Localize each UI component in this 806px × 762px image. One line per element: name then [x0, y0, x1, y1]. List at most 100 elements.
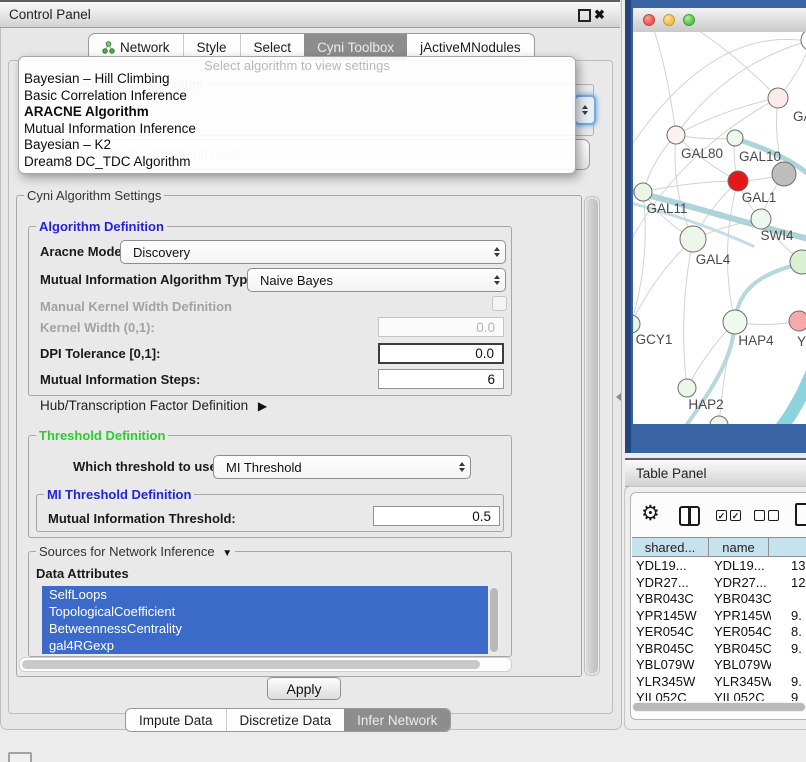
- manual-kernel-label: Manual Kernel Width Definition: [40, 299, 232, 314]
- attributes-list-scrollbar[interactable]: [489, 587, 499, 653]
- attribute-item-topologicalcoefficient[interactable]: TopologicalCoefficient: [42, 603, 488, 620]
- column-header-name[interactable]: name: [708, 537, 769, 557]
- algorithm-option-mutual-information-inference[interactable]: Mutual Information Inference: [19, 121, 575, 138]
- export-table-icon[interactable]: [795, 503, 806, 526]
- aracne-mode-combo[interactable]: Discovery: [120, 240, 506, 264]
- table-horizontal-scrollbar[interactable]: [632, 702, 806, 712]
- table-cell: YPR145W: [632, 608, 710, 625]
- column-header-2[interactable]: [768, 537, 806, 557]
- screen: Control Panel ✖ NetworkStyleSelectCyni T…: [0, 0, 806, 762]
- bottom-tab-impute-data[interactable]: Impute Data: [126, 709, 227, 731]
- dpi-tolerance-input[interactable]: 0.0: [378, 343, 504, 364]
- column-header-shared[interactable]: shared...: [632, 537, 709, 557]
- table-row[interactable]: YDL19...YDL19...13: [632, 558, 806, 575]
- close-traffic-light-icon[interactable]: [643, 14, 655, 26]
- table-body: YDL19...YDL19...13YDR27...YDR27...12YBR0…: [632, 558, 806, 701]
- tab-label: Network: [120, 40, 170, 55]
- apply-button[interactable]: Apply: [267, 677, 341, 700]
- network-node[interactable]: [801, 32, 806, 51]
- combo-stepper-icon: [454, 462, 470, 472]
- table-cell: 9: [771, 690, 806, 701]
- mi-type-combo[interactable]: Naive Bayes: [247, 268, 506, 292]
- network-node[interactable]: [710, 416, 728, 424]
- table-cell: YER054C: [632, 624, 710, 641]
- network-node-gal80[interactable]: [667, 126, 685, 144]
- control-panel-title: Control Panel: [9, 7, 91, 22]
- bottom-tab-discretize-data[interactable]: Discretize Data: [227, 709, 346, 731]
- network-graph[interactable]: GALGAL80GAL10GAL1GAL11SWI4GAL4GCY1HAP4YH…: [633, 32, 806, 424]
- table-row[interactable]: YER054CYER054C8.: [632, 624, 806, 641]
- algorithm-option-basic-correlation-inference[interactable]: Basic Correlation Inference: [19, 88, 575, 105]
- network-node-gal1[interactable]: [728, 171, 748, 191]
- table-row[interactable]: YIL052CYIL052C9: [632, 690, 806, 701]
- network-node-hap4[interactable]: [723, 310, 747, 334]
- node-label: GAL: [793, 109, 806, 124]
- table-row[interactable]: YBR043CYBR043C: [632, 591, 806, 608]
- mi-threshold-input[interactable]: 0.5: [373, 506, 500, 526]
- aracne-mode-value: Discovery: [121, 245, 489, 260]
- combo-stepper-icon: [489, 247, 505, 257]
- corner-button[interactable]: [8, 752, 32, 762]
- node-label: GAL10: [739, 149, 781, 164]
- table-row[interactable]: YPR145WYPR145W9.: [632, 608, 806, 625]
- table-settings-gear-icon[interactable]: ⚙: [641, 503, 660, 524]
- which-threshold-combo[interactable]: MI Threshold: [213, 455, 471, 479]
- table-row[interactable]: YBL079WYBL079W: [632, 657, 806, 674]
- deselect-all-rows-icon[interactable]: [754, 510, 779, 521]
- node-label: GAL11: [646, 201, 687, 216]
- mi-threshold-group-title: MI Threshold Definition: [44, 487, 194, 502]
- network-node-gal10[interactable]: [727, 130, 743, 146]
- which-threshold-label: Which threshold to use:: [73, 459, 221, 474]
- algorithm-option-dream8-dc-tdc-algorithm[interactable]: Dream8 DC_TDC Algorithm: [19, 154, 575, 171]
- table-cell: YPR145W: [710, 608, 771, 625]
- network-node-y[interactable]: [789, 311, 806, 331]
- table-row[interactable]: YBR045CYBR045C9.: [632, 641, 806, 658]
- algorithm-option-bayesian-k2[interactable]: Bayesian – K2: [19, 137, 575, 154]
- stepper-arrows-icon: [579, 105, 591, 115]
- manual-kernel-checkbox[interactable]: [492, 296, 507, 311]
- attribute-item-betweennesscentrality[interactable]: BetweennessCentrality: [42, 620, 488, 637]
- network-node-swi4[interactable]: [751, 209, 771, 229]
- minimize-traffic-light-icon[interactable]: [663, 14, 675, 26]
- table-cell: YBL079W: [710, 657, 771, 674]
- network-node-gcy1[interactable]: [633, 315, 640, 333]
- cyni-bottom-tabbar: Impute DataDiscretize DataInfer Network: [125, 708, 451, 732]
- table-cell: YLR345W: [710, 674, 771, 691]
- kernel-width-input[interactable]: 0.0: [378, 317, 504, 337]
- float-window-icon[interactable]: [578, 9, 591, 22]
- algorithm-popup-placeholder: Select algorithm to view settings: [19, 57, 575, 71]
- settings-horizontal-scrollbar[interactable]: [19, 657, 512, 672]
- hub-definition-toggle[interactable]: Hub/Transcription Factor Definition ▶: [40, 398, 267, 414]
- algorithm-combo-stepper[interactable]: [574, 95, 596, 125]
- algorithm-option-bayesian-hill-climbing[interactable]: Bayesian – Hill Climbing: [19, 71, 575, 88]
- select-all-rows-icon[interactable]: ✓✓: [716, 510, 741, 521]
- table-row[interactable]: YDR27...YDR27...12: [632, 575, 806, 592]
- network-node-gal[interactable]: [768, 88, 788, 108]
- sources-group-toggle[interactable]: Sources for Network Inference ▼: [36, 544, 235, 559]
- data-attributes-list[interactable]: SelfLoopsTopologicalCoefficientBetweenne…: [42, 586, 488, 654]
- network-node[interactable]: [772, 162, 796, 186]
- table-cell: YBL079W: [632, 657, 710, 674]
- column-visibility-icon[interactable]: [679, 506, 700, 526]
- attribute-item-gal4rgexp[interactable]: gal4RGexp: [42, 637, 488, 654]
- network-node-gal11[interactable]: [634, 183, 652, 201]
- node-label: SWI4: [760, 228, 793, 243]
- table-row[interactable]: YLR345WYLR345W9.: [632, 674, 806, 691]
- panel-divider-grip[interactable]: [616, 393, 621, 401]
- mi-type-label: Mutual Information Algorithm Type:: [40, 272, 259, 287]
- zoom-traffic-light-icon[interactable]: [683, 14, 695, 26]
- node-label: GAL80: [681, 146, 723, 161]
- network-node-hap2[interactable]: [678, 379, 696, 397]
- close-window-icon[interactable]: ✖: [594, 8, 605, 21]
- algorithm-option-aracne-algorithm[interactable]: ARACNE Algorithm: [19, 104, 575, 121]
- mi-type-value: Naive Bayes: [248, 273, 489, 288]
- settings-vertical-scrollbar[interactable]: [584, 196, 600, 676]
- mi-steps-input[interactable]: 6: [378, 369, 504, 389]
- table-cell: 9.: [771, 641, 806, 658]
- table-cell: YIL052C: [710, 690, 771, 701]
- attribute-item-selfloops[interactable]: SelfLoops: [42, 586, 488, 603]
- network-window-titlebar: [633, 8, 806, 33]
- network-node-gal4[interactable]: [680, 226, 706, 252]
- bottom-tab-infer-network[interactable]: Infer Network: [344, 709, 450, 731]
- network-canvas[interactable]: GALGAL80GAL10GAL1GAL11SWI4GAL4GCY1HAP4YH…: [633, 32, 806, 424]
